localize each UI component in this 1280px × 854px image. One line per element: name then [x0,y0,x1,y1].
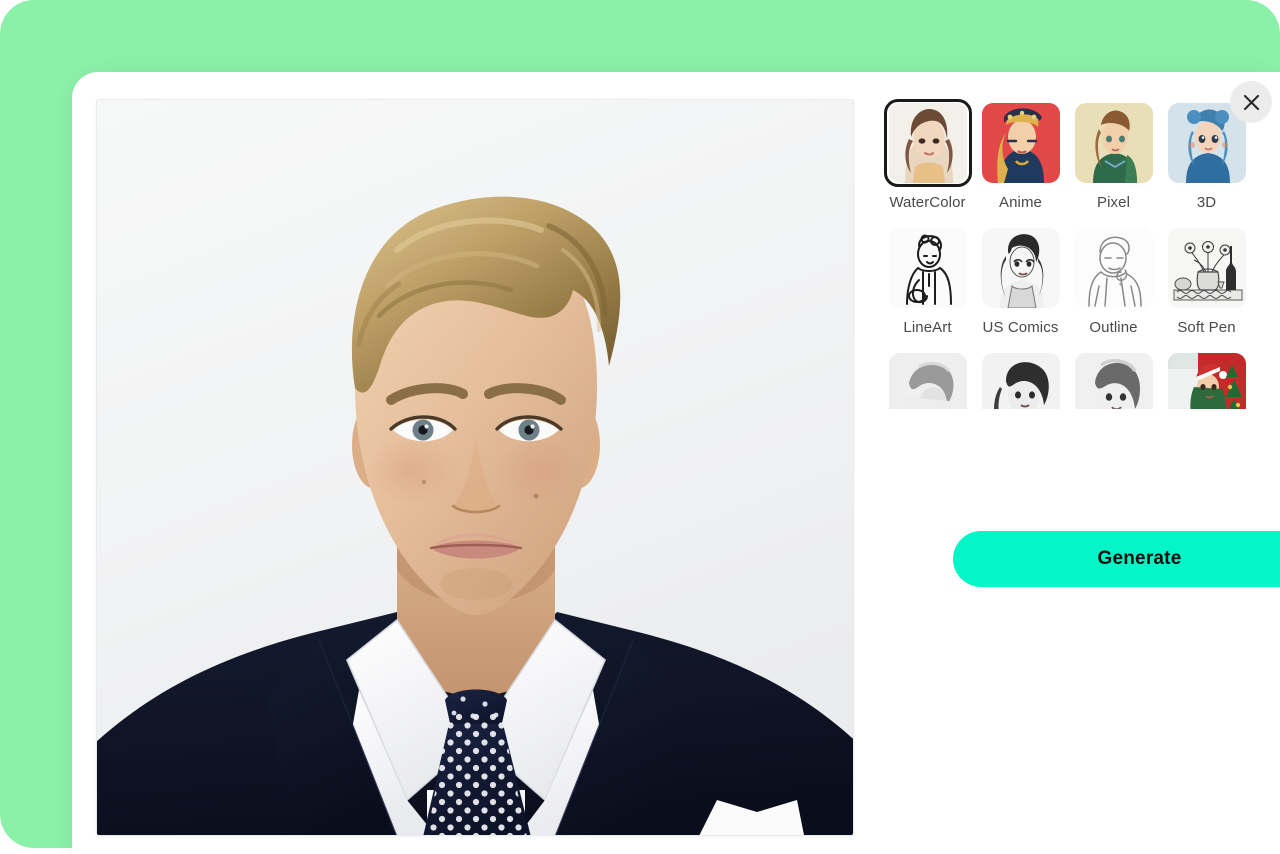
generate-button[interactable]: Generate [953,531,1280,587]
style-thumb-frame [1163,224,1251,312]
style-option-label: 3D [1196,194,1217,211]
style-option-item-9[interactable] [974,349,1067,409]
style-option-soft-pen[interactable]: Soft Pen [1160,224,1253,338]
outline-portrait-thumb [1074,228,1153,308]
close-icon [1243,94,1259,110]
style-option-label: US Comics [982,319,1059,336]
style-option-pixel[interactable]: Pixel [1067,99,1160,213]
style-option-label: Outline [1089,319,1138,336]
portrait-svg [97,100,853,835]
preview-image [97,100,853,835]
sketch-portrait-thumb-a [888,353,967,409]
style-option-item-10[interactable] [1067,349,1160,409]
sketch-portrait-thumb-c [1074,353,1153,409]
style-list-scroll[interactable]: WaterColor Anime Pixel 3D LineArt US Com… [881,99,1256,409]
pixel-portrait-thumb [1074,103,1153,183]
style-thumb-frame [1070,99,1158,187]
style-option-us-comics[interactable]: US Comics [974,224,1067,338]
us-comics-portrait-thumb [981,228,1060,308]
style-option-label: LineArt [903,319,952,336]
sketch-portrait-thumb-b [981,353,1060,409]
close-button[interactable] [1230,81,1272,123]
style-thumb-frame [884,349,972,409]
app-root: WaterColor Anime Pixel 3D LineArt US Com… [0,0,1280,854]
style-option-item-11[interactable] [1160,349,1253,409]
style-option-anime[interactable]: Anime [974,99,1067,213]
style-option-label: WaterColor [889,194,966,211]
style-option-lineart[interactable]: LineArt [881,224,974,338]
watercolor-portrait-thumb [888,103,967,183]
style-option-label: Pixel [1096,194,1130,211]
style-thumb-frame [883,99,972,187]
style-option-outline[interactable]: Outline [1067,224,1160,338]
style-option-label: Soft Pen [1177,319,1236,336]
christmas-portrait-thumb [1167,353,1246,409]
style-option-label: Anime [998,194,1043,211]
soft-pen-stilllife-thumb [1167,228,1246,308]
controls-column: WaterColor Anime Pixel 3D LineArt US Com… [881,99,1280,836]
anime-portrait-thumb [981,103,1060,183]
style-thumb-frame [1163,349,1251,409]
style-option-item-8[interactable] [881,349,974,409]
style-transfer-modal: WaterColor Anime Pixel 3D LineArt US Com… [72,72,1280,854]
style-thumb-frame [977,349,1065,409]
style-option-watercolor[interactable]: WaterColor [881,99,974,213]
style-thumb-frame [1070,224,1158,312]
image-preview-panel [96,99,854,836]
style-thumb-frame [884,224,972,312]
style-thumb-frame [977,99,1065,187]
style-thumb-frame [977,224,1065,312]
style-thumb-frame [1070,349,1158,409]
portrait-illustration [97,100,853,835]
lineart-portrait-thumb [888,228,967,308]
style-grid: WaterColor Anime Pixel 3D LineArt US Com… [881,99,1256,409]
